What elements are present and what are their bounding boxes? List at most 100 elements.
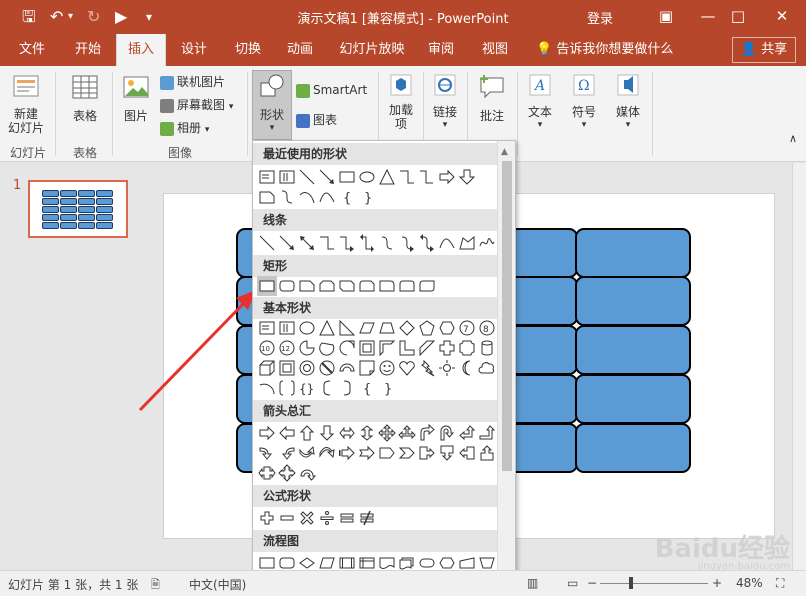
zoom-level[interactable]: 48% bbox=[736, 576, 763, 590]
triangle-shape[interactable] bbox=[317, 318, 337, 338]
vertical-text-box-shape[interactable] bbox=[277, 318, 297, 338]
fit-to-window-icon[interactable]: ⛶ bbox=[776, 576, 784, 591]
slide-shape[interactable] bbox=[575, 423, 691, 473]
curved-connector-shape[interactable] bbox=[277, 187, 297, 207]
cube-shape[interactable] bbox=[257, 358, 277, 378]
tab-insert[interactable]: 插入 bbox=[116, 34, 166, 66]
editor-vertical-scrollbar[interactable] bbox=[792, 163, 806, 570]
picture-button[interactable]: 图片 bbox=[118, 72, 154, 124]
pie-shape[interactable] bbox=[297, 338, 317, 358]
left-arrow-callout-shape[interactable] bbox=[457, 443, 477, 463]
gallery-scrollbar[interactable]: ▲ bbox=[497, 141, 515, 595]
slideshow-view-icon[interactable]: ▭ bbox=[567, 576, 578, 590]
vertical-text-box-shape[interactable] bbox=[277, 167, 297, 187]
language-status[interactable]: 中文(中国) bbox=[189, 576, 246, 593]
curved-left-arrow-shape[interactable] bbox=[277, 443, 297, 463]
pentagon-arrow-shape[interactable] bbox=[377, 443, 397, 463]
cross-shape[interactable] bbox=[437, 338, 457, 358]
folded-corner-shape[interactable] bbox=[357, 358, 377, 378]
online-picture-button[interactable]: 联机图片 bbox=[160, 72, 225, 92]
rectangle-shape-selected[interactable] bbox=[257, 276, 277, 296]
frame-shape[interactable] bbox=[357, 338, 377, 358]
right-triangle-shape[interactable] bbox=[337, 318, 357, 338]
smiley-face-shape[interactable] bbox=[377, 358, 397, 378]
minus-shape[interactable] bbox=[277, 508, 297, 528]
octagon-shape[interactable]: 8 bbox=[477, 318, 497, 338]
quad-arrow-callout-shape[interactable] bbox=[277, 463, 297, 483]
plaque-shape[interactable] bbox=[457, 338, 477, 358]
rounded-rectangle-shape[interactable] bbox=[277, 276, 297, 296]
close-button[interactable]: ✕ bbox=[762, 5, 802, 29]
curved-right-arrow-shape[interactable] bbox=[257, 443, 277, 463]
snip-round-single-corner-rectangle-shape[interactable] bbox=[357, 276, 377, 296]
left-right-arrow-callout-shape[interactable] bbox=[257, 463, 277, 483]
gallery-scroll-thumb[interactable] bbox=[502, 161, 512, 471]
sun-shape[interactable] bbox=[437, 358, 457, 378]
left-up-arrow-shape[interactable] bbox=[457, 423, 477, 443]
dodecagon-shape[interactable]: 12 bbox=[277, 338, 297, 358]
left-brace-shape[interactable]: { bbox=[337, 187, 357, 207]
tab-view[interactable]: 视图 bbox=[470, 34, 520, 66]
curved-down-arrow-shape[interactable] bbox=[317, 443, 337, 463]
up-arrow-shape[interactable] bbox=[297, 423, 317, 443]
tell-me-search[interactable]: 💡 告诉我你想要做什么 bbox=[536, 34, 673, 66]
shapes-button[interactable]: 形状 ▾ bbox=[252, 70, 292, 140]
elbow-connector-shape[interactable] bbox=[317, 233, 337, 253]
notched-right-arrow-shape[interactable] bbox=[357, 443, 377, 463]
slide-shape[interactable] bbox=[508, 374, 578, 424]
right-arrow-shape[interactable] bbox=[257, 423, 277, 443]
triangle-shape[interactable] bbox=[377, 167, 397, 187]
quad-arrow-shape[interactable] bbox=[377, 423, 397, 443]
right-brace-shape[interactable]: } bbox=[357, 187, 377, 207]
chord-shape[interactable] bbox=[317, 338, 337, 358]
left-brace-shape[interactable]: { bbox=[357, 378, 377, 398]
table-button[interactable]: 表格 bbox=[62, 72, 108, 124]
diagonal-stripe-shape[interactable] bbox=[417, 338, 437, 358]
down-arrow-shape[interactable] bbox=[317, 423, 337, 443]
album-button[interactable]: 相册 ▾ bbox=[160, 118, 209, 138]
zoom-in-button[interactable]: + bbox=[712, 576, 722, 590]
bent-arrow-shape[interactable] bbox=[417, 423, 437, 443]
left-right-arrow-shape[interactable] bbox=[337, 423, 357, 443]
tab-design[interactable]: 设计 bbox=[168, 34, 220, 66]
text-box-shape[interactable] bbox=[257, 318, 277, 338]
oval-shape[interactable] bbox=[357, 167, 377, 187]
plus-shape[interactable] bbox=[257, 508, 277, 528]
double-brace-shape[interactable]: {} bbox=[297, 378, 317, 398]
striped-right-arrow-shape[interactable] bbox=[337, 443, 357, 463]
elbow-connector-shape[interactable] bbox=[397, 167, 417, 187]
block-arc-shape[interactable] bbox=[337, 358, 357, 378]
heart-shape[interactable] bbox=[397, 358, 417, 378]
multiply-shape[interactable] bbox=[297, 508, 317, 528]
moon-shape[interactable] bbox=[457, 358, 477, 378]
diamond-shape[interactable] bbox=[397, 318, 417, 338]
teardrop-shape[interactable] bbox=[337, 338, 357, 358]
curved-double-arrow-connector-shape[interactable] bbox=[417, 233, 437, 253]
slide-shape[interactable] bbox=[508, 228, 578, 278]
double-arrow-line-shape[interactable] bbox=[297, 233, 317, 253]
circular-arrow-shape[interactable] bbox=[297, 463, 317, 483]
division-shape[interactable] bbox=[317, 508, 337, 528]
right-arrow-callout-shape[interactable] bbox=[417, 443, 437, 463]
screenshot-button[interactable]: 屏幕截图 ▾ bbox=[160, 95, 233, 115]
round-diagonal-corner-rectangle-shape[interactable] bbox=[417, 276, 437, 296]
up-down-arrow-shape[interactable] bbox=[357, 423, 377, 443]
elbow-double-arrow-connector-shape[interactable] bbox=[357, 233, 377, 253]
curved-connector-shape[interactable] bbox=[377, 233, 397, 253]
arrow-line-shape[interactable] bbox=[317, 167, 337, 187]
arrow-line-shape[interactable] bbox=[277, 233, 297, 253]
chevron-shape[interactable] bbox=[397, 443, 417, 463]
oval-shape[interactable] bbox=[297, 318, 317, 338]
l-shape[interactable] bbox=[397, 338, 417, 358]
slide-shape[interactable] bbox=[575, 228, 691, 278]
snip-same-side-corner-rectangle-shape[interactable] bbox=[317, 276, 337, 296]
collapse-ribbon-icon[interactable]: ∧ bbox=[786, 132, 800, 145]
line-shape[interactable] bbox=[297, 167, 317, 187]
chart-button[interactable]: 图表 bbox=[296, 110, 337, 130]
up-arrow-callout-shape[interactable] bbox=[477, 443, 497, 463]
tab-slideshow[interactable]: 幻灯片放映 bbox=[334, 34, 410, 66]
left-arrow-shape[interactable] bbox=[277, 423, 297, 443]
heptagon-shape[interactable]: 7 bbox=[457, 318, 477, 338]
arc-shape[interactable] bbox=[297, 187, 317, 207]
media-button[interactable]: 媒体 ▾ bbox=[610, 72, 646, 130]
